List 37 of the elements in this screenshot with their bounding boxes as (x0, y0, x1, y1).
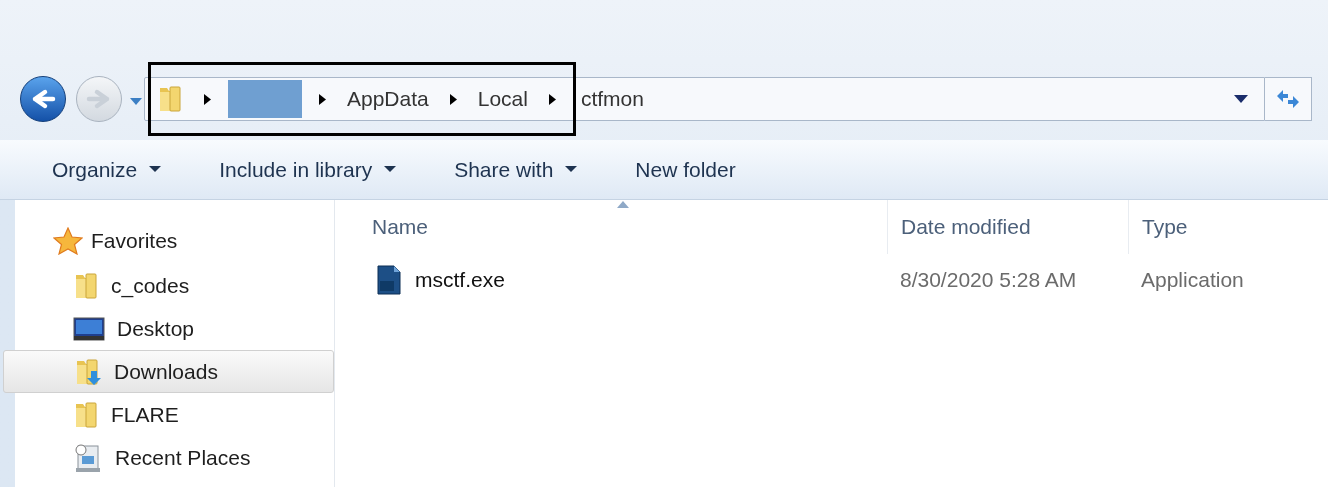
favorites-header[interactable]: Favorites (91, 225, 178, 257)
breadcrumb-item[interactable]: AppData (347, 83, 429, 115)
breadcrumb-item[interactable]: Local (477, 83, 528, 115)
column-header[interactable]: Type (1128, 200, 1328, 254)
current-folder: ctfmon (580, 86, 644, 113)
chevron-icon (547, 92, 557, 106)
download-folder-icon (74, 356, 102, 387)
file-icon (375, 265, 403, 295)
desktop-icon (73, 314, 105, 343)
sidebar-item[interactable]: Downloads (3, 350, 334, 393)
sidebar-item[interactable]: Recent Places (15, 436, 334, 479)
column-header[interactable]: Date modified (887, 200, 1128, 254)
file-type: Application (1141, 268, 1244, 292)
date-modified: 8/30/2020 5:28 AM (900, 268, 1077, 292)
star-icon (53, 227, 83, 255)
recent-places-icon (73, 442, 103, 473)
column-header[interactable]: Name (335, 200, 887, 254)
folder-icon (157, 84, 183, 114)
refresh-button[interactable] (1265, 77, 1312, 121)
refresh-icon (1275, 88, 1301, 110)
chevron-icon (318, 92, 327, 106)
folder-icon (73, 399, 99, 430)
dropdown-icon[interactable] (1234, 94, 1248, 104)
toolbar-button[interactable]: New folder (635, 153, 736, 186)
folder-icon (73, 270, 99, 301)
toolbar-button[interactable]: Share with (454, 153, 578, 186)
sidebar-item[interactable]: FLARE (15, 393, 334, 436)
sidebar-item[interactable]: c_codes (15, 264, 334, 307)
back-button[interactable] (20, 76, 66, 122)
address-field[interactable]: AppData Local ctfmon (144, 77, 1265, 121)
sort-arrow-icon (616, 201, 629, 208)
toolbar-button[interactable]: Organize (52, 153, 162, 186)
chevron-icon (203, 92, 212, 106)
chevron-icon (448, 92, 458, 106)
sidebar-item[interactable]: Desktop (15, 307, 334, 350)
toolbar-button[interactable]: Include in library (219, 153, 397, 186)
file-name[interactable]: msctf.exe (415, 264, 505, 296)
